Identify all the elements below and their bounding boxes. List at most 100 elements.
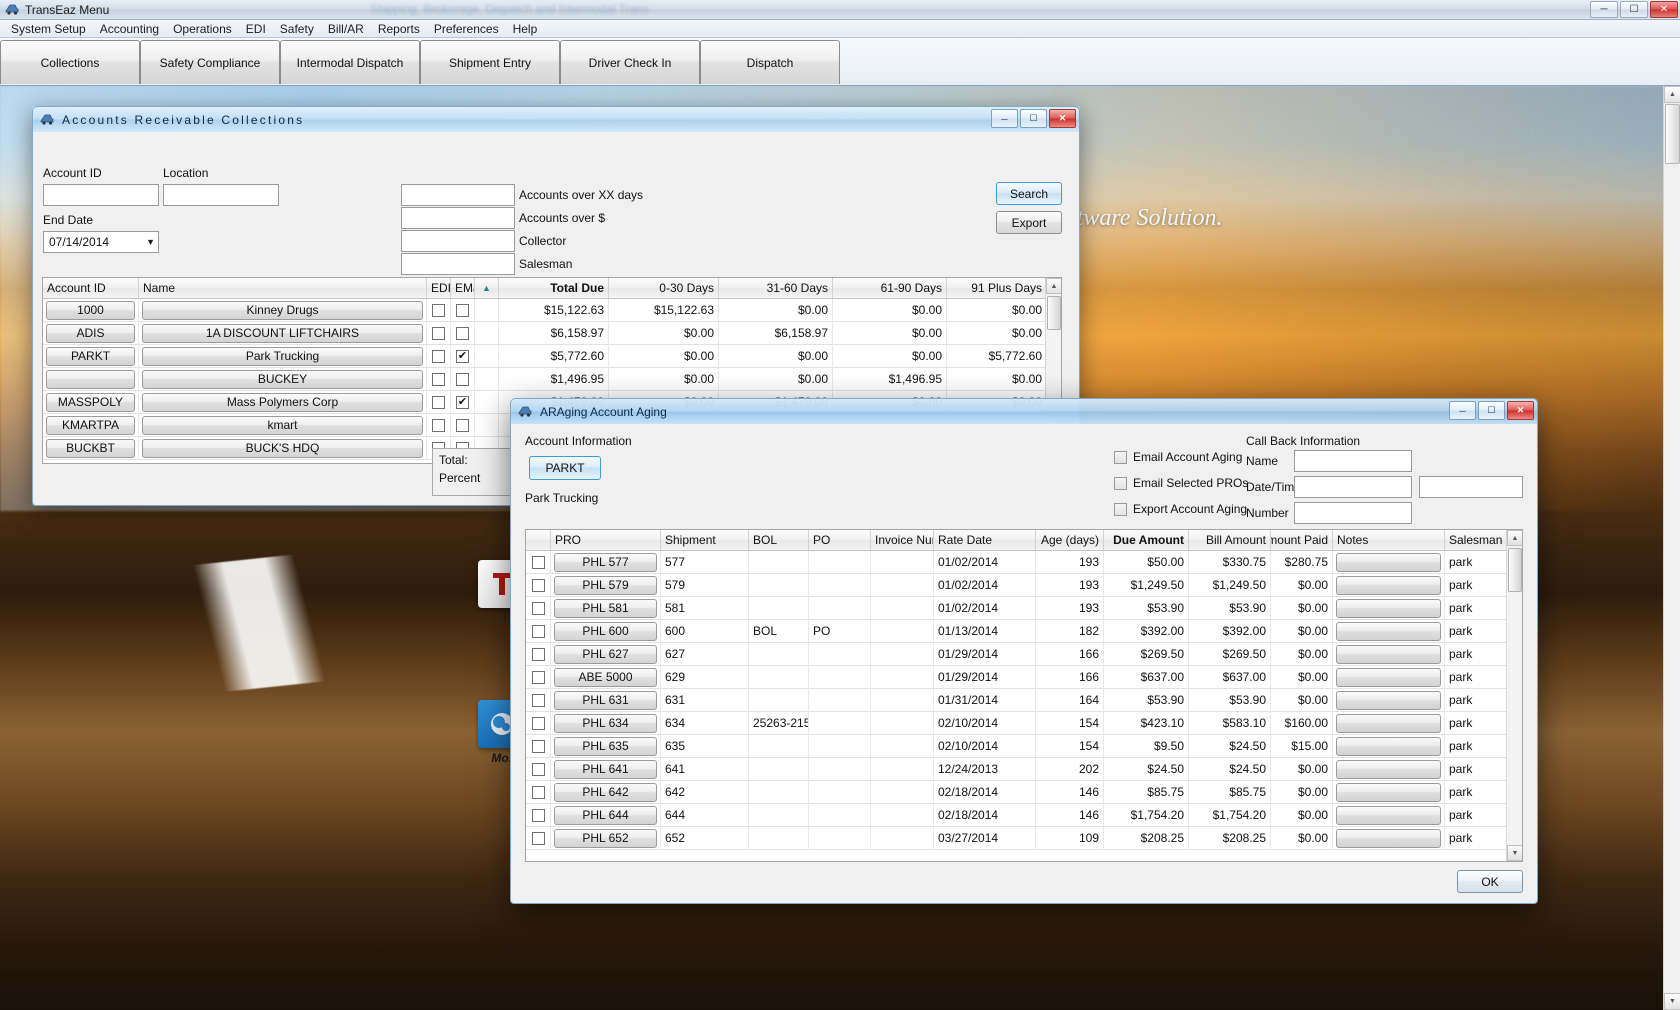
pro-button[interactable]: PHL 635 — [554, 736, 657, 756]
scroll-up-arrow-icon[interactable]: ▲ — [1507, 530, 1522, 546]
col-bill-amount[interactable]: Bill Amount — [1189, 530, 1271, 550]
checkbox-icon[interactable] — [432, 395, 445, 409]
pro-button[interactable]: PHL 642 — [554, 782, 657, 802]
callback-number-input[interactable] — [1294, 502, 1412, 524]
account-name-button[interactable]: BUCK'S HDQ — [142, 438, 423, 458]
account-name-button[interactable]: Kinney Drugs — [142, 300, 423, 320]
callback-name-input[interactable] — [1294, 450, 1412, 472]
col-po[interactable]: PO — [809, 530, 871, 550]
account-name-button[interactable]: kmart — [142, 415, 423, 435]
checkbox-icon[interactable] — [432, 418, 445, 432]
checkbox-icon[interactable] — [432, 372, 445, 386]
menu-item-bill-ar[interactable]: Bill/AR — [321, 21, 371, 37]
checkbox-icon[interactable] — [531, 831, 545, 845]
option-email-selected-pros[interactable]: Email Selected PROs — [1114, 476, 1248, 490]
col-email[interactable]: EMai — [451, 278, 475, 298]
accounts-over-dollars-input[interactable] — [401, 207, 515, 229]
option-email-account-aging[interactable]: Email Account Aging — [1114, 450, 1242, 464]
notes-button[interactable] — [1336, 598, 1441, 618]
col-shipment[interactable]: Shipment — [661, 530, 749, 550]
checkbox-icon[interactable] — [531, 693, 545, 707]
checkbox-icon[interactable] — [456, 372, 469, 386]
account-name-button[interactable]: Park Trucking — [142, 346, 423, 366]
notes-button[interactable] — [1336, 759, 1441, 779]
tab-driver-check-in[interactable]: Driver Check In — [560, 40, 700, 84]
account-id-button[interactable]: KMARTPA — [46, 415, 135, 435]
pro-button[interactable]: PHL 644 — [554, 805, 657, 825]
checkbox-icon[interactable] — [531, 762, 545, 776]
menu-item-safety[interactable]: Safety — [273, 21, 321, 37]
pro-button[interactable]: PHL 641 — [554, 759, 657, 779]
callback-datetime-extra-input[interactable] — [1419, 476, 1523, 498]
accounts-over-days-input[interactable] — [401, 184, 515, 206]
notes-button[interactable] — [1336, 805, 1441, 825]
col-due-amount[interactable]: Due Amount — [1104, 530, 1189, 550]
araging-close-button[interactable]: ✕ — [1507, 401, 1534, 420]
table-row[interactable]: ABE 5000 629 01/29/2014 166 $637.00 $637.00 $0… — [526, 665, 1508, 689]
table-row[interactable]: PHL 642 642 02/18/2014 146 $85.75 $85.75 $0.00… — [526, 780, 1508, 804]
scrollbar-thumb[interactable] — [1508, 548, 1522, 592]
col-amount-paid[interactable]: Amount Paid — [1271, 530, 1333, 550]
tab-safety-compliance[interactable]: Safety Compliance — [140, 40, 280, 84]
notes-button[interactable] — [1336, 690, 1441, 710]
account-id-button[interactable]: PARKT — [46, 346, 135, 366]
menu-item-reports[interactable]: Reports — [371, 21, 427, 37]
account-name-button[interactable]: BUCKEY — [142, 369, 423, 389]
checkbox-icon[interactable] — [531, 808, 545, 822]
minimize-button[interactable]: ─ — [1590, 1, 1618, 18]
checkbox-icon[interactable] — [531, 624, 545, 638]
checkbox-icon[interactable] — [432, 349, 445, 363]
checkbox-icon[interactable] — [531, 647, 545, 661]
account-id-input[interactable] — [43, 184, 159, 206]
checkbox-icon[interactable]: ✔ — [456, 395, 469, 409]
table-row[interactable]: BUCKEY $1,496.95 $0.00 $0.00 $1,496.95 $0.00 — [43, 367, 1047, 391]
checkbox-icon[interactable] — [1114, 476, 1127, 490]
checkbox-icon[interactable] — [531, 716, 545, 730]
option-export-account-aging[interactable]: Export Account Aging — [1114, 502, 1247, 516]
account-name-button[interactable]: 1A DISCOUNT LIFTCHAIRS — [142, 323, 423, 343]
pro-button[interactable]: PHL 631 — [554, 690, 657, 710]
tab-dispatch[interactable]: Dispatch — [700, 40, 840, 84]
checkbox-icon[interactable]: ✔ — [456, 349, 469, 363]
account-id-button[interactable] — [46, 369, 135, 389]
table-row[interactable]: PHL 581 581 01/02/2014 193 $53.90 $53.90 $0.00… — [526, 596, 1508, 620]
checkbox-icon[interactable] — [456, 303, 469, 317]
checkbox-icon[interactable] — [456, 418, 469, 432]
account-id-button[interactable]: MASSPOLY — [46, 392, 135, 412]
col-invoice-number[interactable]: Invoice Numl — [871, 530, 934, 550]
scroll-up-arrow-icon[interactable]: ▲ — [1046, 278, 1061, 294]
col-bol[interactable]: BOL — [749, 530, 809, 550]
tab-collections[interactable]: Collections — [0, 40, 140, 84]
notes-button[interactable] — [1336, 713, 1441, 733]
col-0-30-days[interactable]: 0-30 Days — [609, 278, 719, 298]
maximize-button[interactable]: ☐ — [1620, 1, 1648, 18]
checkbox-icon[interactable] — [1114, 450, 1127, 464]
collections-minimize-button[interactable]: ─ — [991, 109, 1018, 128]
pro-button[interactable]: PHL 652 — [554, 828, 657, 848]
table-row[interactable]: PHL 634 634 25263-215 02/10/2014 154 $423.10 $… — [526, 711, 1508, 735]
table-row[interactable]: PHL 631 631 01/31/2014 164 $53.90 $53.90 $0.00… — [526, 688, 1508, 712]
table-row[interactable]: PHL 644 644 02/18/2014 146 $1,754.20 $1,754.2… — [526, 803, 1508, 827]
search-button[interactable]: Search — [996, 182, 1062, 205]
notes-button[interactable] — [1336, 621, 1441, 641]
account-id-button[interactable]: 1000 — [46, 300, 135, 320]
account-code-button[interactable]: PARKT — [529, 456, 601, 480]
notes-button[interactable] — [1336, 782, 1441, 802]
ok-button[interactable]: OK — [1457, 870, 1523, 893]
tab-shipment-entry[interactable]: Shipment Entry — [420, 40, 560, 84]
araging-maximize-button[interactable]: ☐ — [1478, 401, 1505, 420]
table-row[interactable]: PHL 600 600 BOL PO 01/13/2014 182 $392.00 $392.… — [526, 619, 1508, 643]
table-row[interactable]: PHL 635 635 02/10/2014 154 $9.50 $24.50 $15.00… — [526, 734, 1508, 758]
col-31-60-days[interactable]: 31-60 Days — [719, 278, 833, 298]
checkbox-icon[interactable] — [531, 555, 545, 569]
collections-close-button[interactable]: ✕ — [1049, 109, 1076, 128]
menu-item-system-setup[interactable]: System Setup — [4, 21, 93, 37]
checkbox-icon[interactable] — [531, 739, 545, 753]
col-pro[interactable]: PRO — [551, 530, 661, 550]
collector-input[interactable] — [401, 230, 515, 252]
checkbox-icon[interactable] — [531, 670, 545, 684]
checkbox-icon[interactable] — [531, 578, 545, 592]
end-date-combo[interactable]: 07/14/2014 ▼ — [43, 231, 159, 253]
pro-button[interactable]: ABE 5000 — [554, 667, 657, 687]
pro-button[interactable]: PHL 577 — [554, 552, 657, 572]
